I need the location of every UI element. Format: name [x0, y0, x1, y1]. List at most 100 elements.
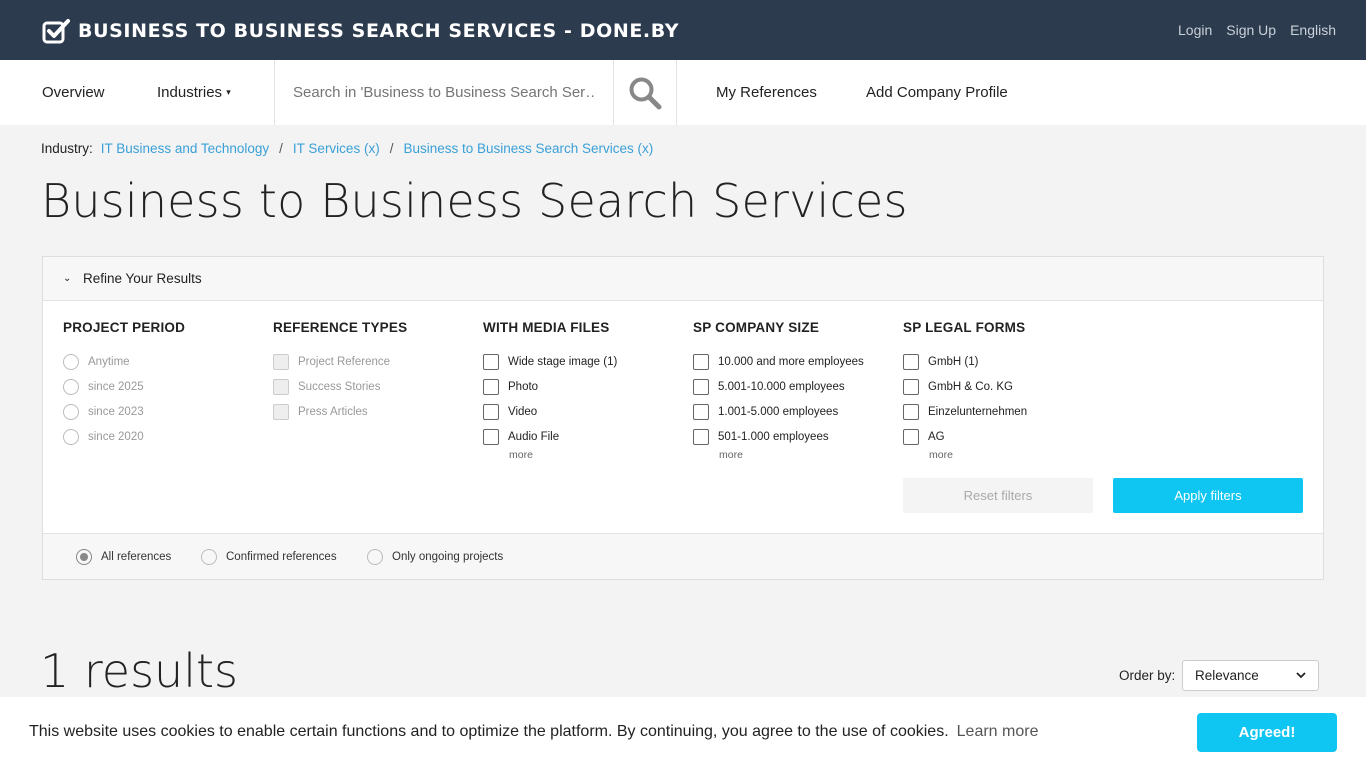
cookie-message: This website uses cookies to enable cert… [29, 723, 1038, 741]
period-option[interactable]: since 2020 [63, 424, 263, 449]
checkbox[interactable] [273, 403, 289, 420]
company-size-option[interactable]: 1.001-5.000 employees [693, 399, 893, 424]
nav-industries[interactable]: Industries ▾ [157, 84, 231, 101]
option-label: Press Articles [298, 405, 368, 418]
more-link[interactable]: more [929, 449, 1103, 461]
filter-title: PROJECT PERIOD [63, 320, 186, 335]
option-label: Project Reference [298, 355, 391, 368]
reset-filters-button[interactable]: Reset filters [903, 478, 1093, 513]
breadcrumb: Industry: IT Business and Technology / I… [41, 141, 653, 156]
order-by-label: Order by: [1119, 668, 1176, 683]
radio-button[interactable] [201, 549, 217, 565]
checkbox[interactable] [483, 428, 499, 445]
option-label: since 2020 [88, 430, 144, 443]
filter-title: SP LEGAL FORMS [903, 320, 1026, 335]
learn-more-link[interactable]: Learn more [957, 723, 1039, 740]
option-label: 10.000 and more employees [718, 355, 864, 368]
option-label: 5.001-10.000 employees [718, 380, 845, 393]
checkbox[interactable] [483, 378, 499, 395]
checkbox[interactable] [903, 428, 919, 445]
company-size-option[interactable]: 10.000 and more employees [693, 349, 893, 374]
nav-overview[interactable]: Overview [42, 84, 105, 101]
reference-type-option[interactable]: Success Stories [273, 374, 473, 399]
signup-link[interactable]: Sign Up [1226, 22, 1276, 38]
media-option[interactable]: Wide stage image (1) [483, 349, 683, 374]
language-link[interactable]: English [1290, 22, 1336, 38]
search-input[interactable] [275, 60, 613, 125]
top-bar: BUSINESS TO BUSINESS SEARCH SERVICES - D… [0, 0, 1366, 60]
scope-option-ongoing[interactable]: Only ongoing projects [367, 549, 503, 565]
radio-button[interactable] [367, 549, 383, 565]
option-label: Confirmed references [226, 551, 337, 563]
legal-form-option[interactable]: AG [903, 424, 1103, 449]
search-icon [629, 77, 662, 109]
filter-reference-types: REFERENCE TYPES Project Reference Succes… [273, 320, 473, 424]
scope-option-all[interactable]: All references [76, 549, 171, 565]
media-option[interactable]: Audio File [483, 424, 683, 449]
checkbox[interactable] [693, 428, 709, 445]
cookie-accept-button[interactable]: Agreed! [1197, 713, 1337, 752]
checkbox[interactable] [483, 353, 499, 370]
checkbox[interactable] [693, 353, 709, 370]
breadcrumb-label: Industry: [41, 141, 93, 156]
radio-button[interactable] [63, 428, 79, 445]
checkbox[interactable] [483, 403, 499, 420]
media-option[interactable]: Photo [483, 374, 683, 399]
login-link[interactable]: Login [1178, 22, 1212, 38]
scope-option-confirmed[interactable]: Confirmed references [201, 549, 337, 565]
nav-add-company-profile[interactable]: Add Company Profile [866, 84, 1008, 101]
radio-button-selected[interactable] [76, 549, 92, 565]
nav-my-references[interactable]: My References [716, 84, 817, 101]
checkbox[interactable] [693, 378, 709, 395]
checkbox[interactable] [693, 403, 709, 420]
legal-form-option[interactable]: GmbH & Co. KG [903, 374, 1103, 399]
checkbox[interactable] [273, 378, 289, 395]
company-size-option[interactable]: 501-1.000 employees [693, 424, 893, 449]
breadcrumb-item[interactable]: IT Business and Technology [101, 141, 269, 156]
checkbox[interactable] [903, 403, 919, 420]
search-button[interactable] [614, 60, 676, 125]
company-size-option[interactable]: 5.001-10.000 employees [693, 374, 893, 399]
breadcrumb-item[interactable]: IT Services (x) [293, 141, 380, 156]
breadcrumb-separator: / [279, 141, 283, 156]
checkbox[interactable] [273, 353, 289, 370]
radio-button[interactable] [63, 378, 79, 395]
checkbox[interactable] [903, 378, 919, 395]
option-label: Einzelunternehmen [928, 405, 1028, 418]
filter-panel-toggle[interactable]: ⌄ Refine Your Results [43, 257, 1323, 301]
option-label: Anytime [88, 355, 130, 368]
period-option[interactable]: since 2025 [63, 374, 263, 399]
radio-button[interactable] [63, 403, 79, 420]
apply-filters-button[interactable]: Apply filters [1113, 478, 1303, 513]
more-link[interactable]: more [719, 449, 893, 461]
option-label: Wide stage image (1) [508, 355, 618, 368]
checkbox-logo-icon [42, 19, 70, 44]
more-link[interactable]: more [509, 449, 683, 461]
filter-title: WITH MEDIA FILES [483, 320, 610, 335]
results-count: 1 results [40, 644, 238, 698]
filter-company-size: SP COMPANY SIZE 10.000 and more employee… [693, 320, 893, 461]
period-option[interactable]: Anytime [63, 349, 263, 374]
filter-media-files: WITH MEDIA FILES Wide stage image (1) Ph… [483, 320, 683, 461]
option-label: Audio File [508, 430, 560, 443]
filter-project-period: PROJECT PERIOD Anytime since 2025 since … [63, 320, 263, 449]
option-label: Video [508, 405, 538, 418]
option-label: Success Stories [298, 380, 381, 393]
site-logo[interactable]: BUSINESS TO BUSINESS SEARCH SERVICES - D… [42, 18, 679, 44]
filter-legal-forms: SP LEGAL FORMS GmbH (1) GmbH & Co. KG Ei… [903, 320, 1103, 461]
media-option[interactable]: Video [483, 399, 683, 424]
breadcrumb-item[interactable]: Business to Business Search Services (x) [403, 141, 653, 156]
legal-form-option[interactable]: Einzelunternehmen [903, 399, 1103, 424]
reference-scope-bar: All references Confirmed references Only… [43, 533, 1323, 579]
nav-divider [676, 60, 677, 125]
filter-title: SP COMPANY SIZE [693, 320, 820, 335]
period-option[interactable]: since 2023 [63, 399, 263, 424]
reference-type-option[interactable]: Project Reference [273, 349, 473, 374]
order-by-select[interactable]: Relevance [1182, 660, 1319, 691]
nav-industries-label: Industries [157, 84, 223, 101]
radio-button[interactable] [63, 353, 79, 370]
reference-type-option[interactable]: Press Articles [273, 399, 473, 424]
legal-form-option[interactable]: GmbH (1) [903, 349, 1103, 374]
checkbox[interactable] [903, 353, 919, 370]
account-links: Login Sign Up English [1178, 22, 1336, 38]
